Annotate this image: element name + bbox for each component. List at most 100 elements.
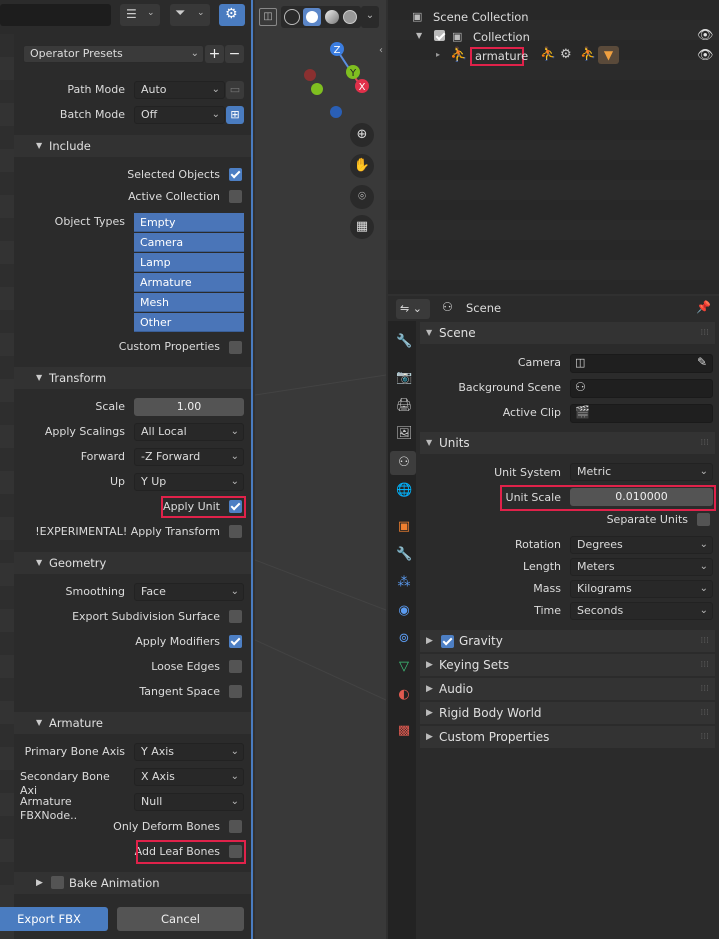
export-subdivision-checkbox[interactable] <box>229 610 242 623</box>
custom-properties-checkbox[interactable] <box>229 341 242 354</box>
collection-exclude-checkbox[interactable] <box>434 30 445 41</box>
scene-tab-icon[interactable]: ⚇ <box>396 455 412 471</box>
mass-dropdown[interactable]: Kilograms ⌄ <box>570 580 713 598</box>
armature-section-header[interactable]: ▼ Armature <box>14 712 251 734</box>
drag-grip-icon[interactable]: ⁞⁞⁞ <box>700 654 709 676</box>
gravity-panel-header[interactable]: ▶ Gravity ⁞⁞⁞ <box>420 630 715 652</box>
batch-mode-dropdown[interactable]: Off ⌄ <box>134 106 225 124</box>
background-scene-field[interactable]: ⚇ <box>570 379 713 398</box>
drag-grip-icon[interactable]: ⁞⁞⁞ <box>700 322 709 344</box>
apply-modifiers-label: Apply Modifiers <box>135 635 220 648</box>
primary-bone-axis-dropdown[interactable]: Y Axis ⌄ <box>134 743 244 761</box>
collection-label[interactable]: Collection <box>473 30 530 44</box>
collapsed-triangle-icon[interactable]: ▸ <box>436 50 440 59</box>
properties-header <box>388 296 719 321</box>
path-mode-dropdown[interactable]: Auto ⌄ <box>134 81 225 99</box>
view-layer-tab-icon[interactable]: 🖼 <box>396 426 413 442</box>
remove-preset-button[interactable]: − <box>225 45 244 63</box>
filename-field[interactable] <box>0 4 111 26</box>
add-preset-button[interactable]: + <box>205 45 224 63</box>
apply-modifiers-checkbox[interactable] <box>229 635 242 648</box>
filter-button[interactable]: ⏷ ⌄ <box>170 4 210 26</box>
render-tab-icon[interactable]: 📷 <box>396 370 412 386</box>
custom-properties-panel-header[interactable]: ▶ Custom Properties ⁞⁞⁞ <box>420 726 715 748</box>
3d-viewport[interactable]: ◫ ⌄ Z Y X ⊕ ✋ ⌾ ▦ ‹ <box>255 0 386 939</box>
drag-grip-icon[interactable]: ⁞⁞⁞ <box>700 432 709 454</box>
embed-textures-toggle[interactable]: ▭ <box>226 81 244 99</box>
audio-panel-header[interactable]: ▶ Audio ⁞⁞⁞ <box>420 678 715 700</box>
expanded-triangle-icon: ▼ <box>36 141 43 150</box>
only-deform-bones-checkbox[interactable] <box>229 820 242 833</box>
display-mode-button[interactable]: ☰ ⌄ <box>120 4 160 26</box>
drag-grip-icon[interactable]: ⁞⁞⁞ <box>700 702 709 724</box>
batch-own-dir-toggle[interactable]: ⊞ <box>226 106 244 124</box>
tangent-space-checkbox[interactable] <box>229 685 242 698</box>
data-tab-icon[interactable]: ▽ <box>396 659 412 675</box>
eye-icon[interactable]: 👁 <box>697 28 714 43</box>
active-clip-field[interactable]: 🎬 <box>570 404 713 423</box>
eyedropper-icon[interactable]: ✎ <box>697 355 707 369</box>
output-tab-icon[interactable]: 🖨 <box>396 398 413 414</box>
bake-animation-checkbox[interactable] <box>51 876 64 889</box>
object-type-empty[interactable]: Empty <box>134 213 244 232</box>
operator-presets-dropdown[interactable]: Operator Presets ⌄ <box>23 45 204 63</box>
keying-sets-panel-header[interactable]: ▶ Keying Sets ⁞⁞⁞ <box>420 654 715 676</box>
drag-grip-icon[interactable]: ⁞⁞⁞ <box>700 678 709 700</box>
armature-outliner-item[interactable]: armature <box>470 47 528 66</box>
object-type-lamp[interactable]: Lamp <box>134 253 244 272</box>
sidebar-collapse-chevron-icon[interactable]: ‹ <box>379 45 387 59</box>
transform-section-header[interactable]: ▼ Transform <box>14 367 251 389</box>
modifier-tab-icon[interactable]: 🔧 <box>396 547 412 563</box>
expanded-triangle-icon[interactable]: ▼ <box>416 31 422 40</box>
rotation-dropdown[interactable]: Degrees ⌄ <box>570 536 713 554</box>
constraints-tab-icon[interactable]: ⊚ <box>396 631 412 647</box>
particles-tab-icon[interactable]: ⁂ <box>396 575 412 591</box>
object-type-mesh[interactable]: Mesh <box>134 293 244 312</box>
object-type-other[interactable]: Other <box>134 313 244 332</box>
scene-collection-label[interactable]: Scene Collection <box>433 10 529 24</box>
export-fbx-button[interactable]: Export FBX <box>0 907 108 931</box>
scale-field[interactable]: 1.00 <box>134 398 244 416</box>
geometry-section-header[interactable]: ▼ Geometry <box>14 552 251 574</box>
bake-animation-section-header[interactable]: ▶ Bake Animation <box>14 872 251 894</box>
include-section-header[interactable]: ▼ Include <box>14 135 251 157</box>
pin-icon[interactable]: 📌 <box>696 300 711 314</box>
eye-icon[interactable]: 👁 <box>697 48 714 63</box>
unit-system-dropdown[interactable]: Metric ⌄ <box>570 463 713 481</box>
texture-tab-icon[interactable]: ▩ <box>396 723 412 739</box>
active-collection-checkbox[interactable] <box>229 190 242 203</box>
properties-context-label: Scene <box>466 301 502 315</box>
apply-scalings-dropdown[interactable]: All Local ⌄ <box>134 423 244 441</box>
settings-toggle[interactable]: ⚙ <box>219 4 245 26</box>
armature-fbx-node-dropdown[interactable]: Null ⌄ <box>134 793 244 811</box>
smoothing-dropdown[interactable]: Face ⌄ <box>134 583 244 601</box>
cancel-button[interactable]: Cancel <box>117 907 244 931</box>
editor-type-dropdown[interactable]: ⇋ ⌄ <box>396 299 430 319</box>
forward-dropdown[interactable]: -Z Forward ⌄ <box>134 448 244 466</box>
up-dropdown[interactable]: Y Up ⌄ <box>134 473 244 491</box>
object-type-armature[interactable]: Armature <box>134 273 244 292</box>
scene-panel-header[interactable]: ▼ Scene ⁞⁞⁞ <box>420 322 715 344</box>
loose-edges-checkbox[interactable] <box>229 660 242 673</box>
length-dropdown[interactable]: Meters ⌄ <box>570 558 713 576</box>
tool-tab-icon[interactable]: 🔧 <box>396 334 412 350</box>
gravity-checkbox[interactable] <box>441 635 454 648</box>
rigid-body-world-panel-header[interactable]: ▶ Rigid Body World ⁞⁞⁞ <box>420 702 715 724</box>
physics-tab-icon[interactable]: ◉ <box>396 603 412 619</box>
object-type-camera[interactable]: Camera <box>134 233 244 252</box>
active-clip-label: Active Clip <box>502 406 561 419</box>
operator-presets-label: Operator Presets <box>30 47 123 60</box>
separate-units-checkbox[interactable] <box>697 513 710 526</box>
camera-field[interactable]: ◫ ✎ <box>570 354 713 373</box>
time-dropdown[interactable]: Seconds ⌄ <box>570 602 713 620</box>
object-tab-icon[interactable]: ▣ <box>396 519 412 535</box>
selected-objects-checkbox[interactable] <box>229 168 242 181</box>
drag-grip-icon[interactable]: ⁞⁞⁞ <box>700 630 709 652</box>
apply-transform-checkbox[interactable] <box>229 525 242 538</box>
units-panel-header[interactable]: ▼ Units ⁞⁞⁞ <box>420 432 715 454</box>
world-tab-icon[interactable]: 🌐 <box>396 483 412 499</box>
drag-grip-icon[interactable]: ⁞⁞⁞ <box>700 726 709 748</box>
secondary-bone-axis-dropdown[interactable]: X Axis ⌄ <box>134 768 244 786</box>
material-tab-icon[interactable]: ◐ <box>396 687 412 703</box>
armature-fbx-node-label: Armature FBXNode.. <box>20 795 78 822</box>
